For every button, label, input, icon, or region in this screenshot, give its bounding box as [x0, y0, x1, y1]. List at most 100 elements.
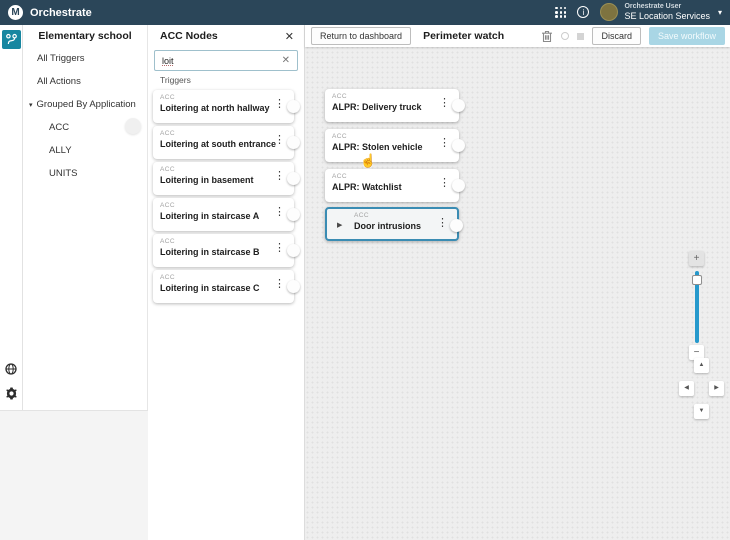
kebab-menu-icon[interactable]: ⋮	[274, 135, 285, 146]
trigger-card[interactable]: ACC Loitering at north hallway ⋮	[153, 90, 294, 123]
node-app-label: ACC	[332, 173, 439, 180]
kebab-menu-icon[interactable]: ⋮	[274, 243, 285, 254]
tree-item-ally[interactable]: ALLY	[23, 139, 147, 162]
tree-group-label: Grouped By Application	[37, 99, 136, 110]
delete-trash-icon[interactable]	[541, 30, 553, 43]
node-app-label: ACC	[160, 274, 274, 281]
output-connector[interactable]	[287, 208, 300, 221]
kebab-menu-icon[interactable]: ⋮	[274, 171, 285, 182]
node-title: Loitering in basement	[160, 175, 274, 185]
output-connector[interactable]	[287, 136, 300, 149]
kebab-menu-icon[interactable]: ⋮	[274, 207, 285, 218]
pan-down-button[interactable]: ▼	[694, 404, 709, 419]
kebab-menu-icon[interactable]: ⋮	[439, 98, 450, 109]
output-connector[interactable]	[452, 179, 465, 192]
undo-icon	[561, 32, 569, 40]
node-app-label: ACC	[160, 94, 274, 101]
trigger-card[interactable]: ACC Loitering at south entrance ⋮	[153, 126, 294, 159]
orchestrate-app: M Orchestrate i Orchestrate User SE Loca…	[0, 0, 730, 540]
tree-item-units[interactable]: UNITS	[23, 162, 147, 185]
tree-group-by-application[interactable]: ▾ Grouped By Application	[23, 93, 147, 116]
output-connector[interactable]	[450, 219, 463, 232]
icon-sidebar	[0, 25, 23, 410]
tree-child-label: ACC	[49, 122, 69, 133]
canvas-node[interactable]: ACC ALPR: Delivery truck ⋮	[325, 89, 459, 122]
app-grid-icon[interactable]	[555, 7, 566, 18]
clear-search-icon[interactable]: ✕	[282, 55, 290, 66]
output-connector[interactable]	[452, 139, 465, 152]
node-app-label: ACC	[332, 133, 439, 140]
output-connector[interactable]	[287, 244, 300, 257]
language-globe-icon[interactable]	[5, 363, 17, 375]
user-menu[interactable]: Orchestrate User SE Location Services ▾	[600, 3, 722, 21]
node-app-label: ACC	[160, 130, 274, 137]
motorola-logo-icon: M	[8, 5, 23, 20]
node-search-box: ✕	[154, 50, 298, 71]
node-tree-panel: Elementary school All Triggers All Actio…	[23, 25, 148, 410]
pan-up-button[interactable]: ▲	[694, 358, 709, 373]
app-title: Orchestrate	[30, 7, 92, 19]
trigger-card[interactable]: ACC Loitering in basement ⋮	[153, 162, 294, 195]
output-connector[interactable]	[287, 172, 300, 185]
workflow-canvas[interactable]: Return to dashboard Perimeter watch Disc…	[305, 25, 730, 540]
node-app-label: ACC	[160, 166, 274, 173]
zoom-slider-handle[interactable]	[692, 275, 702, 285]
info-icon[interactable]: i	[577, 6, 589, 18]
node-title: ALPR: Stolen vehicle	[332, 142, 439, 152]
node-title: Loitering in staircase A	[160, 211, 274, 221]
acc-nodes-panel: ACC Nodes ✕ ✕ Triggers ACC Loitering at …	[148, 25, 305, 540]
discard-button[interactable]: Discard	[592, 27, 641, 45]
pan-right-button[interactable]: ▶	[709, 381, 724, 396]
pan-left-button[interactable]: ◀	[679, 381, 694, 396]
output-connector[interactable]	[452, 99, 465, 112]
workflows-nav-icon[interactable]	[2, 30, 21, 49]
return-to-dashboard-button[interactable]: Return to dashboard	[311, 27, 411, 45]
canvas-toolbar: Return to dashboard Perimeter watch Disc…	[305, 25, 730, 47]
settings-gear-icon[interactable]	[5, 387, 18, 400]
redo-icon	[577, 33, 584, 40]
search-input[interactable]	[162, 56, 282, 66]
kebab-menu-icon[interactable]: ⋮	[439, 178, 450, 189]
trigger-card[interactable]: ACC Loitering in staircase C ⋮	[153, 270, 294, 303]
workflow-icon	[5, 33, 18, 46]
trigger-card[interactable]: ACC Loitering in staircase A ⋮	[153, 198, 294, 231]
output-connector[interactable]	[287, 280, 300, 293]
output-connector[interactable]	[287, 100, 300, 113]
chevron-down-icon: ▾	[718, 8, 722, 17]
node-title: Door intrusions	[354, 221, 437, 231]
node-title: Loitering at north hallway	[160, 103, 274, 113]
tree-item-all-actions[interactable]: All Actions	[23, 70, 147, 93]
canvas-node[interactable]: ACC ALPR: Watchlist ⋮	[325, 169, 459, 202]
node-app-label: ACC	[160, 202, 274, 209]
node-title: ALPR: Watchlist	[332, 182, 439, 192]
node-title: Loitering in staircase C	[160, 283, 274, 293]
node-app-label: ACC	[354, 212, 437, 219]
node-title: Loitering in staircase B	[160, 247, 274, 257]
section-label: Triggers	[160, 75, 304, 85]
trigger-list: ACC Loitering at north hallway ⋮ ACC Loi…	[148, 90, 304, 303]
node-title: ALPR: Delivery truck	[332, 102, 439, 112]
canvas-node-selected[interactable]: ▶ ACC Door intrusions ⋮	[325, 207, 459, 241]
close-icon[interactable]: ✕	[285, 30, 294, 43]
trigger-card[interactable]: ACC Loitering in staircase B ⋮	[153, 234, 294, 267]
kebab-menu-icon[interactable]: ⋮	[274, 279, 285, 290]
user-org: SE Location Services	[624, 11, 710, 21]
save-workflow-button[interactable]: Save workflow	[649, 27, 725, 45]
site-title: Elementary school	[23, 25, 147, 47]
zoom-in-button[interactable]: +	[689, 251, 704, 266]
node-app-label: ACC	[332, 93, 439, 100]
kebab-menu-icon[interactable]: ⋮	[274, 99, 285, 110]
caret-down-icon: ▾	[29, 102, 33, 109]
avatar	[600, 3, 618, 21]
play-icon: ▶	[337, 221, 342, 229]
kebab-menu-icon[interactable]: ⋮	[437, 218, 448, 229]
click-ripple	[125, 118, 141, 134]
node-app-label: ACC	[160, 238, 274, 245]
tree-item-acc[interactable]: ACC	[23, 116, 147, 139]
canvas-node[interactable]: ACC ALPR: Stolen vehicle ⋮	[325, 129, 459, 162]
panel-title: ACC Nodes	[160, 30, 218, 42]
zoom-slider[interactable]	[695, 271, 699, 343]
node-title: Loitering at south entrance	[160, 139, 274, 149]
tree-item-all-triggers[interactable]: All Triggers	[23, 47, 147, 70]
kebab-menu-icon[interactable]: ⋮	[439, 138, 450, 149]
